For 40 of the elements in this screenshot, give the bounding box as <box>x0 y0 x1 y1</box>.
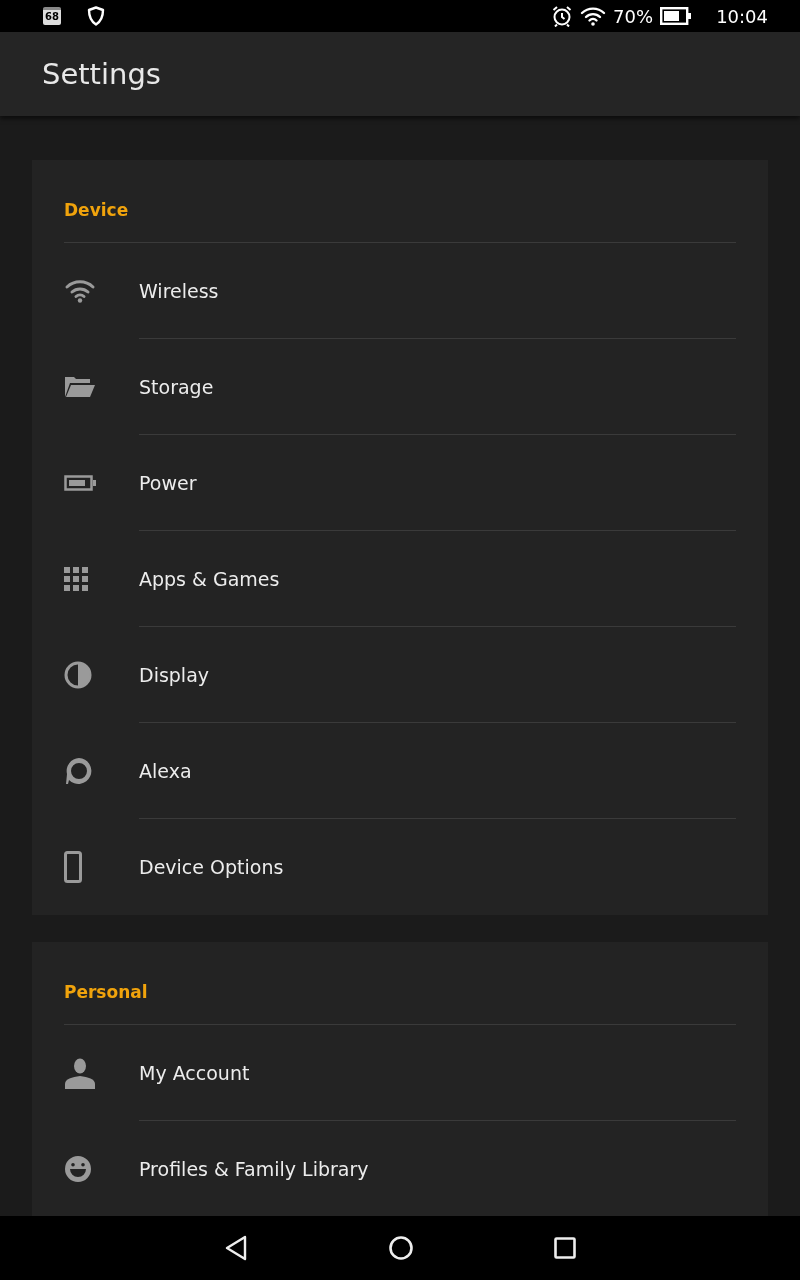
settings-item[interactable]: Device Options <box>64 819 736 915</box>
settings-item[interactable]: Wireless <box>64 243 736 339</box>
item-label: Display <box>139 663 210 686</box>
calendar-icon: 68 <box>43 7 61 25</box>
back-icon[interactable] <box>224 1235 248 1261</box>
settings-item[interactable]: Display <box>64 627 736 723</box>
alarm-icon <box>551 5 574 27</box>
shield-icon <box>87 6 105 26</box>
item-label: Alexa <box>139 759 192 782</box>
section-heading: Personal <box>64 942 736 1025</box>
item-label: Device Options <box>139 856 284 878</box>
settings-item[interactable]: Apps & Games <box>64 531 736 627</box>
page-title: Settings <box>42 57 161 91</box>
battery-percent: 70% <box>613 5 654 27</box>
smiley-icon <box>64 1155 92 1183</box>
item-label: Apps & Games <box>139 567 280 590</box>
item-label: Power <box>139 471 197 494</box>
settings-item[interactable]: Alexa <box>64 723 736 819</box>
settings-item[interactable]: Power <box>64 435 736 531</box>
folder-icon <box>64 375 96 399</box>
person-icon <box>64 1057 96 1089</box>
wifi-icon <box>580 6 607 26</box>
contrast-icon <box>64 661 92 689</box>
settings-item[interactable]: My Account <box>64 1025 736 1121</box>
battery-icon <box>64 475 96 491</box>
phone-icon <box>64 851 82 883</box>
grid-icon <box>64 567 88 591</box>
battery-icon <box>660 7 693 25</box>
item-label: Wireless <box>139 279 219 302</box>
ring-icon <box>64 756 94 786</box>
item-label: My Account <box>139 1061 250 1084</box>
settings-item[interactable]: Storage <box>64 339 736 435</box>
section-heading: Device <box>64 160 736 243</box>
wifi-icon <box>64 279 96 303</box>
settings-item[interactable]: Profiles & Family Library <box>64 1121 736 1216</box>
item-label: Storage <box>139 375 214 398</box>
home-icon[interactable] <box>388 1235 414 1261</box>
recents-icon[interactable] <box>554 1237 576 1259</box>
clock-time: 10:04 <box>716 5 768 27</box>
item-label: Profiles & Family Library <box>139 1158 369 1180</box>
